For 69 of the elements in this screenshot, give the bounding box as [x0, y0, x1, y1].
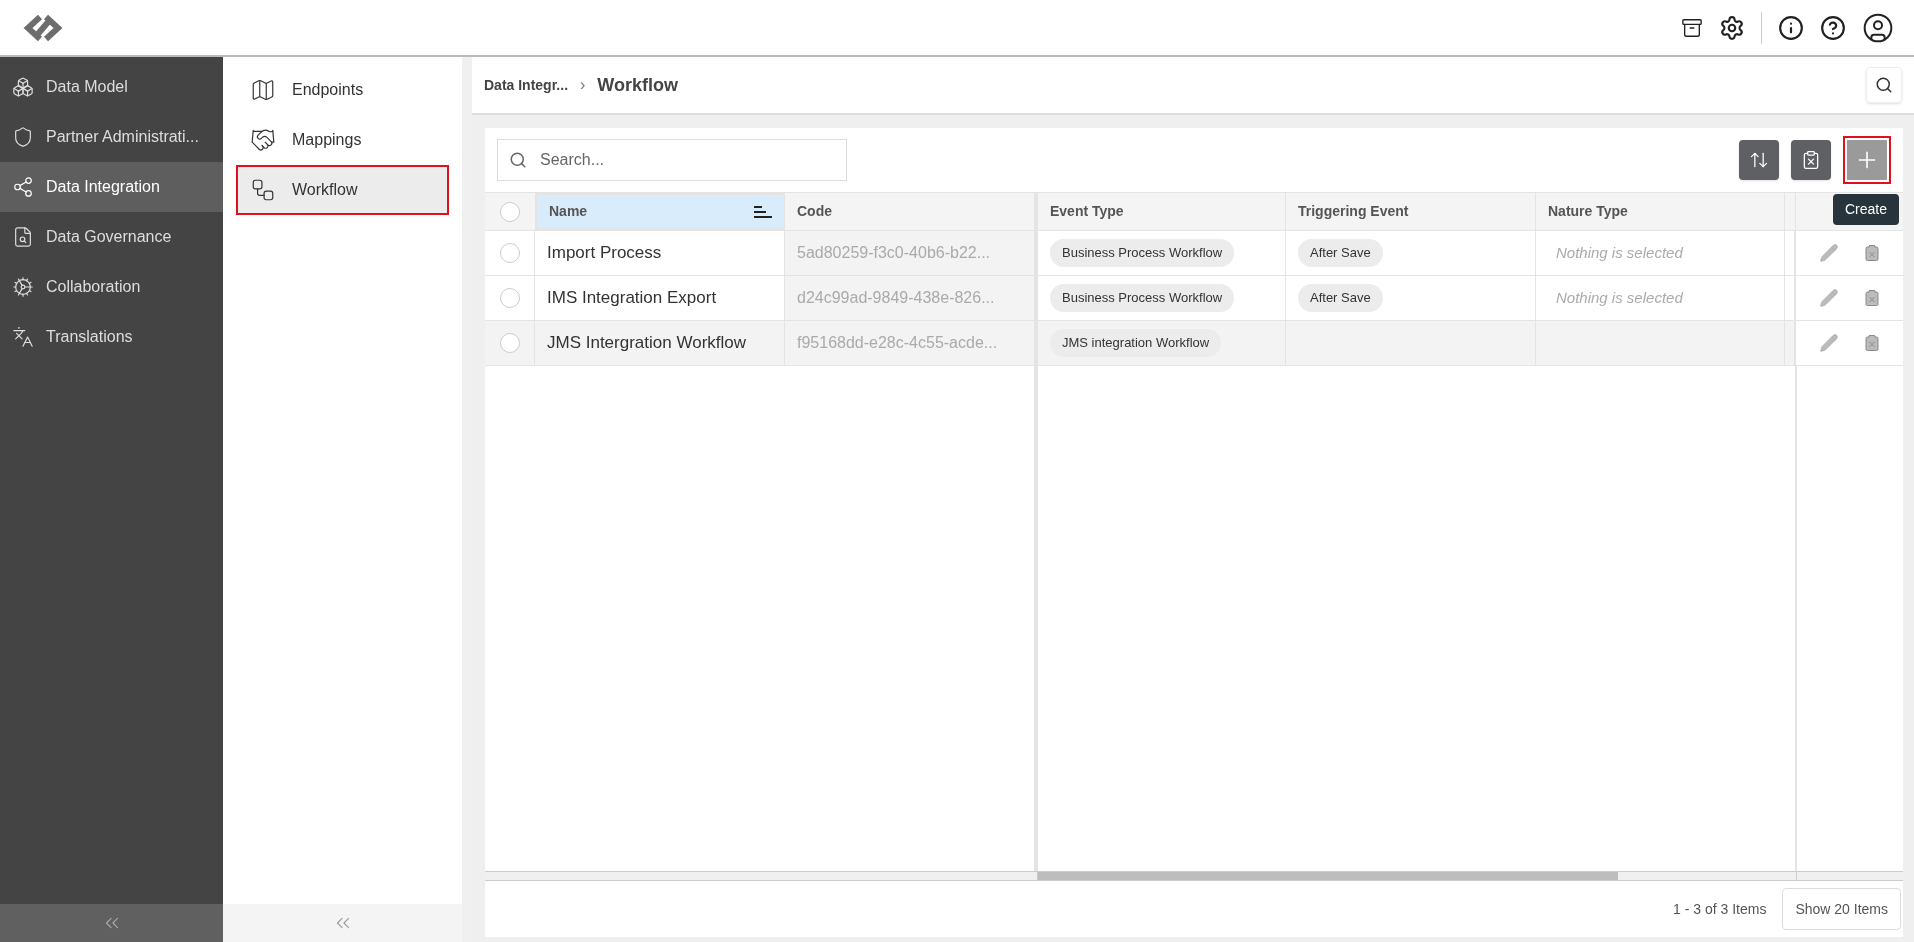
table-row[interactable]: Import Process 5ad80259-f3c0-40b6-b22... Business Process Workflow After Save Nothing is selected — [485, 231, 1903, 276]
sub-navigation-icon — [250, 177, 276, 203]
search-field[interactable]: Search... — [497, 139, 847, 181]
column-header[interactable]: Triggering Event — [1286, 193, 1536, 230]
sub-navigation-item[interactable]: Endpoints — [236, 65, 449, 115]
column-header[interactable]: Event Type — [1038, 193, 1286, 230]
event-type-tag: Business Process Workflow — [1050, 284, 1235, 312]
settings-icon[interactable] — [1719, 14, 1745, 41]
nature-type-placeholder: Nothing is selected — [1556, 287, 1683, 308]
sidebar-item-icon — [12, 126, 34, 148]
breadcrumb-separator: › — [580, 75, 586, 95]
triggering-event-tag: After Save — [1298, 284, 1383, 312]
sync-icon — [1749, 150, 1769, 170]
sidebar-item[interactable]: Data Model — [0, 62, 223, 112]
table-cell-text: d24c99ad-9849-438e-826... — [797, 288, 995, 308]
table-cell-text: f95168dd-e28c-4c55-acde... — [797, 333, 998, 353]
user-avatar-icon[interactable] — [1862, 11, 1894, 44]
column-header[interactable]: Nature Type — [1536, 193, 1785, 230]
nature-type-placeholder: Nothing is selected — [1556, 242, 1683, 263]
select-all-radio[interactable] — [500, 201, 520, 222]
sidebar-item-icon — [12, 76, 34, 98]
row-radio[interactable] — [499, 243, 520, 263]
sidebar-item-icon — [12, 276, 34, 298]
delete-icon[interactable] — [1862, 334, 1881, 352]
search-icon — [1875, 76, 1893, 94]
breadcrumb-item: Workflow — [597, 73, 679, 97]
sidebar-item-icon — [12, 176, 34, 198]
tooltip: Create — [1832, 194, 1899, 225]
search-icon — [509, 151, 527, 169]
table-cell-text: 5ad80259-f3c0-40b6-b22... — [797, 243, 991, 263]
info-icon[interactable] — [1778, 14, 1804, 41]
sub-navigation-icon — [250, 127, 276, 153]
table-row[interactable]: JMS Intergration Workflow f95168dd-e28c-4c55-acde... JMS integration Workflow — [485, 321, 1903, 366]
table-cell-text: IMS Integration Export — [547, 287, 717, 310]
page-size-button[interactable]: Show 20 Items — [1782, 888, 1901, 930]
search-button[interactable] — [1866, 67, 1902, 103]
event-type-tag: Business Process Workflow — [1050, 239, 1235, 267]
sidebar-item[interactable]: Collaboration — [0, 262, 223, 312]
sidebar-item[interactable]: Partner Administrati... — [0, 112, 223, 162]
row-radio[interactable] — [499, 333, 520, 353]
sub-navigation-item[interactable]: Workflow — [236, 165, 449, 215]
sidebar-item[interactable]: Data Governance — [0, 212, 223, 262]
pagination-summary: 1 - 3 of 3 Items — [1673, 899, 1767, 919]
delete-icon — [1801, 150, 1821, 170]
edit-icon[interactable] — [1818, 288, 1839, 308]
breadcrumb-item[interactable]: Data Integr... — [484, 74, 569, 96]
table-row[interactable]: IMS Integration Export d24c99ad-9849-438e-826... Business Process Workflow After Save Nothing is selected — [485, 276, 1903, 321]
help-icon[interactable] — [1820, 14, 1846, 41]
sub-navigation-item[interactable]: Mappings — [236, 115, 449, 165]
sort-icon[interactable] — [754, 205, 772, 218]
table-cell-text: JMS Intergration Workflow — [547, 332, 747, 355]
scrollbar-thumb[interactable] — [1038, 872, 1618, 880]
sidebar-item[interactable]: Translations — [0, 312, 223, 362]
sync-button[interactable] — [1739, 140, 1779, 180]
edit-icon[interactable] — [1818, 243, 1839, 263]
create-button[interactable] — [1847, 140, 1887, 180]
delete-icon[interactable] — [1862, 289, 1881, 307]
sidebar-item-icon — [12, 226, 34, 248]
column-header[interactable]: Name — [535, 193, 785, 230]
delete-icon[interactable] — [1862, 244, 1881, 262]
triggering-event-tag: After Save — [1298, 239, 1383, 267]
sidebar-item-icon — [12, 326, 34, 348]
delete-button[interactable] — [1791, 140, 1831, 180]
event-type-tag: JMS integration Workflow — [1050, 329, 1222, 357]
row-radio[interactable] — [499, 288, 520, 308]
sub-navigation-icon — [250, 77, 276, 103]
sidebar-item[interactable]: Data Integration — [0, 162, 223, 212]
table-cell-text: Import Process — [547, 242, 662, 265]
edit-icon[interactable] — [1818, 333, 1839, 353]
